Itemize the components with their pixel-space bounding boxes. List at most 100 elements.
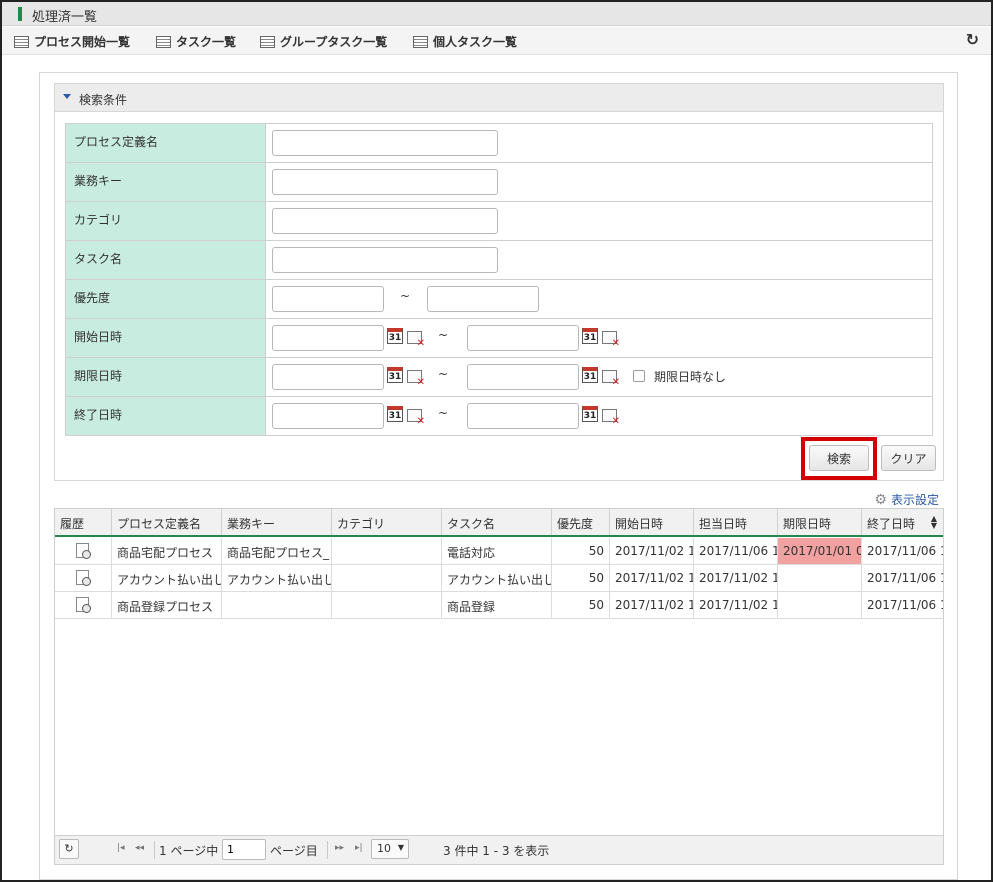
nav-group-task-list[interactable]: グループタスク一覧: [260, 33, 387, 50]
page-prefix-label: 1 ページ中: [159, 844, 219, 858]
calendar-icon[interactable]: 31: [582, 406, 598, 422]
clear-date-icon[interactable]: [407, 370, 425, 388]
value-cell: 31 ~ 31 期限日時なし: [265, 357, 933, 397]
row-process-def-name: プロセス定義名: [65, 123, 933, 163]
col-category[interactable]: カテゴリ: [332, 509, 442, 535]
priority-from-input[interactable]: [272, 286, 384, 312]
task-name-input[interactable]: [272, 247, 498, 273]
cell-assigned-datetime: 2017/11/02 1: [694, 592, 778, 618]
value-cell: [265, 240, 933, 280]
priority-to-input[interactable]: [427, 286, 539, 312]
sort-icon: ▲ ▼: [930, 514, 937, 530]
list-icon: [14, 35, 29, 48]
page-number-input[interactable]: [222, 839, 266, 860]
cell-category: [332, 565, 442, 591]
prev-page-icon[interactable]: ◂◂: [135, 843, 144, 853]
due-datetime-from-input[interactable]: [272, 364, 384, 390]
list-icon: [156, 35, 171, 48]
nav-label: 個人タスク一覧: [433, 35, 518, 49]
field-label: カテゴリ: [74, 213, 123, 227]
calendar-icon[interactable]: 31: [387, 328, 403, 344]
title-marker: [18, 7, 22, 21]
pager-separator: [154, 841, 155, 859]
clear-date-icon[interactable]: [602, 370, 620, 388]
clear-date-icon[interactable]: [407, 409, 425, 427]
row-task-name: タスク名: [65, 240, 933, 280]
grid-header: 履歴 プロセス定義名 業務キー カテゴリ タスク名 優先度 開始日時 担当日時 …: [55, 509, 943, 537]
title-bar: 処理済一覧: [2, 2, 991, 26]
calendar-icon[interactable]: 31: [582, 328, 598, 344]
clear-date-icon[interactable]: [602, 331, 620, 349]
range-separator: ~: [400, 289, 411, 303]
col-history[interactable]: 履歴: [55, 509, 112, 535]
grid-pager: ↻ |◂ ◂◂ 1 ページ中 ページ目 ▸▸ ▸| 10 3 件中 1 - 3 …: [55, 835, 943, 864]
nav-label: タスク一覧: [176, 35, 237, 49]
cell-category: [332, 592, 442, 618]
cell-start-datetime: 2017/11/02 1: [610, 565, 694, 591]
refresh-icon[interactable]: ↻: [966, 30, 979, 49]
col-task-name[interactable]: タスク名: [442, 509, 552, 535]
next-page-icon[interactable]: ▸▸: [335, 843, 344, 853]
table-row[interactable]: アカウント払い出し アカウント払い出し アカウント払い出し 50 2017/11…: [55, 565, 943, 592]
field-label: 優先度: [74, 291, 111, 305]
nav-personal-task-list[interactable]: 個人タスク一覧: [413, 33, 517, 50]
field-label: 終了日時: [74, 408, 123, 422]
start-datetime-from-input[interactable]: [272, 325, 384, 351]
col-process-def-name[interactable]: プロセス定義名: [112, 509, 222, 535]
top-nav: プロセス開始一覧 タスク一覧 グループタスク一覧 個人タスク一覧 ↻: [2, 27, 991, 55]
row-start-datetime: 開始日時 31 ~ 31: [65, 318, 933, 358]
business-key-input[interactable]: [272, 169, 498, 195]
col-start-datetime[interactable]: 開始日時: [610, 509, 694, 535]
cell-end-datetime: 2017/11/06 1: [867, 544, 943, 558]
calendar-icon[interactable]: 31: [387, 367, 403, 383]
end-datetime-from-input[interactable]: [272, 403, 384, 429]
clear-date-icon[interactable]: [602, 409, 620, 427]
calendar-icon[interactable]: 31: [387, 406, 403, 422]
value-cell: 31 ~ 31: [265, 318, 933, 358]
col-priority[interactable]: 優先度: [552, 509, 610, 535]
no-due-checkbox[interactable]: [633, 370, 645, 382]
col-end-datetime[interactable]: 終了日時 ▲ ▼: [862, 509, 943, 535]
page-size-select[interactable]: 10: [371, 839, 409, 859]
cell-task-name: 商品登録: [442, 592, 552, 618]
history-icon[interactable]: [76, 570, 91, 586]
page-size-value: 10: [377, 842, 391, 855]
row-end-datetime: 終了日時 31 ~ 31: [65, 396, 933, 436]
cell-end-datetime: 2017/11/06 1: [867, 571, 943, 585]
col-due-datetime[interactable]: 期限日時: [778, 509, 862, 535]
cell-business-key: 商品宅配プロセス_: [222, 538, 332, 564]
list-icon: [260, 35, 275, 48]
last-page-icon[interactable]: ▸|: [355, 843, 363, 853]
category-input[interactable]: [272, 208, 498, 234]
pager-refresh-icon[interactable]: ↻: [59, 839, 79, 859]
end-datetime-to-input[interactable]: [467, 403, 579, 429]
process-def-name-input[interactable]: [272, 130, 498, 156]
main-panel: 検索条件 プロセス定義名 業務キー カテゴリ タスク名 優先度 ~ 開始日時 3…: [39, 72, 958, 880]
nav-label: グループタスク一覧: [280, 35, 388, 49]
search-conditions-toggle[interactable]: 検索条件: [55, 84, 943, 112]
range-separator: ~: [438, 406, 449, 420]
table-row[interactable]: 商品宅配プロセス 商品宅配プロセス_ 電話対応 50 2017/11/02 1 …: [55, 538, 943, 565]
label-cell: タスク名: [65, 240, 266, 280]
start-datetime-to-input[interactable]: [467, 325, 579, 351]
history-icon[interactable]: [76, 543, 91, 559]
calendar-icon[interactable]: 31: [582, 367, 598, 383]
cell-process-def-name: アカウント払い出し: [112, 565, 222, 591]
clear-button[interactable]: クリア: [881, 445, 936, 471]
history-cell: [55, 538, 112, 564]
first-page-icon[interactable]: |◂: [117, 843, 125, 853]
cell-due-datetime-overdue: 2017/01/01 0: [778, 538, 862, 564]
nav-task-list[interactable]: タスク一覧: [156, 33, 236, 50]
due-datetime-to-input[interactable]: [467, 364, 579, 390]
display-settings-link[interactable]: ⚙ 表示設定: [874, 491, 939, 508]
col-business-key[interactable]: 業務キー: [222, 509, 332, 535]
field-label: 期限日時: [74, 369, 123, 383]
search-button[interactable]: 検索: [809, 445, 869, 471]
value-cell: ~: [265, 279, 933, 319]
clear-date-icon[interactable]: [407, 331, 425, 349]
history-icon[interactable]: [76, 597, 91, 613]
nav-process-start-list[interactable]: プロセス開始一覧: [14, 33, 130, 50]
col-assigned-datetime[interactable]: 担当日時: [694, 509, 778, 535]
value-cell: [265, 201, 933, 241]
table-row[interactable]: 商品登録プロセス 商品登録 50 2017/11/02 1 2017/11/02…: [55, 592, 943, 619]
